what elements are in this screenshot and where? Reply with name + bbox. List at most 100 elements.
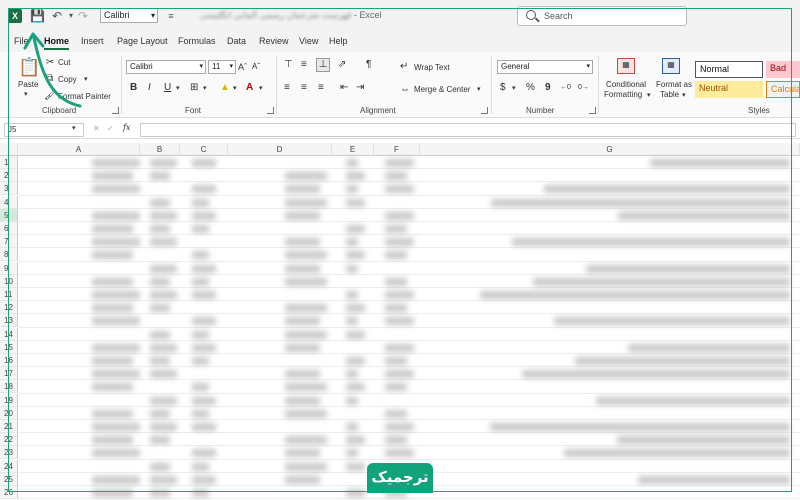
align-left-icon[interactable]: ≡ xyxy=(284,82,290,94)
column-header-a[interactable]: A xyxy=(18,143,140,156)
row-header[interactable]: 4 xyxy=(0,195,18,209)
align-bottom-icon[interactable]: ⊥ xyxy=(316,58,330,72)
alignment-launcher-icon[interactable] xyxy=(481,107,488,114)
row-header[interactable]: 11 xyxy=(0,288,18,301)
row-header[interactable]: 9 xyxy=(0,261,18,275)
row-header[interactable]: 13 xyxy=(0,314,18,328)
number-launcher-icon[interactable] xyxy=(589,107,596,114)
row-header[interactable]: 2 xyxy=(0,169,18,183)
conditional-formatting-icon[interactable]: ▦ xyxy=(617,58,635,74)
row-header[interactable]: 26 xyxy=(0,486,18,499)
number-format-select[interactable]: General ▾ xyxy=(497,60,593,74)
row-header[interactable]: 8 xyxy=(0,248,18,262)
copy-button[interactable]: Copy xyxy=(58,75,77,84)
row-header[interactable]: 5 xyxy=(0,208,18,222)
decrease-decimal-icon[interactable]: 0→ xyxy=(578,82,589,94)
bold-button[interactable]: B xyxy=(130,82,137,94)
format-as-table-icon[interactable]: ▦ xyxy=(662,58,680,74)
row-header[interactable]: 24 xyxy=(0,459,18,473)
copy-dropdown-icon[interactable]: ▾ xyxy=(84,75,88,83)
font-family-select[interactable]: Calibri ▾ xyxy=(126,60,206,74)
merge-center-icon[interactable]: ⇔ xyxy=(400,84,410,96)
style-bad[interactable]: Bad xyxy=(766,61,800,78)
column-header-e[interactable]: E xyxy=(332,143,374,156)
borders-icon[interactable]: ⊞ xyxy=(190,82,198,94)
confirm-entry-icon[interactable]: ✓ xyxy=(107,124,114,133)
select-all-corner[interactable] xyxy=(0,143,18,156)
currency-dropdown-icon[interactable]: ▾ xyxy=(512,83,516,95)
cancel-entry-icon[interactable]: ✕ xyxy=(93,124,100,133)
cut-icon[interactable]: ✂ xyxy=(46,57,54,69)
decrease-indent-icon[interactable]: ⇤ xyxy=(340,82,348,94)
underline-button[interactable]: U xyxy=(164,82,171,94)
row-header[interactable]: 12 xyxy=(0,301,18,315)
align-top-icon[interactable]: ⊤ xyxy=(284,59,293,71)
spreadsheet-grid[interactable]: A B C D E F G 1 2 3 4 5 6 7 8 9 10 11 12 13 14 15 16 17 1… xyxy=(0,143,800,500)
fill-color-icon[interactable]: ▲ xyxy=(220,82,230,94)
conditional-dropdown-icon[interactable]: ▾ xyxy=(647,91,651,99)
underline-dropdown-icon[interactable]: ▾ xyxy=(176,83,180,95)
tab-file[interactable]: File xyxy=(14,36,29,46)
merge-dropdown-icon[interactable]: ▾ xyxy=(477,85,481,93)
wrap-text-icon[interactable]: ↵ xyxy=(400,61,408,73)
tab-help[interactable]: Help xyxy=(329,36,348,46)
column-header-f[interactable]: F xyxy=(374,143,420,156)
tab-home[interactable]: Home xyxy=(44,36,70,50)
row-header[interactable]: 10 xyxy=(0,274,18,288)
align-middle-icon[interactable]: ≡ xyxy=(301,59,307,71)
tab-formulas[interactable]: Formulas xyxy=(178,36,216,46)
column-header-c[interactable]: C xyxy=(180,143,228,156)
style-normal[interactable]: Normal xyxy=(695,61,763,78)
tab-insert[interactable]: Insert xyxy=(81,36,104,46)
tab-review[interactable]: Review xyxy=(259,36,289,46)
column-header-d[interactable]: D xyxy=(228,143,332,156)
row-header[interactable]: 22 xyxy=(0,433,18,447)
format-painter-icon[interactable]: 🖌 xyxy=(44,90,57,102)
merge-center-button[interactable]: Merge & Center xyxy=(414,85,470,94)
font-color-icon[interactable]: A xyxy=(246,82,253,94)
percent-button[interactable]: % xyxy=(526,82,535,94)
formula-input[interactable] xyxy=(140,123,796,137)
save-icon[interactable]: 💾 xyxy=(30,9,45,23)
undo-icon[interactable]: ↶ xyxy=(50,9,64,23)
format-table-dropdown-icon[interactable]: ▾ xyxy=(682,91,686,99)
font-color-dropdown-icon[interactable]: ▾ xyxy=(259,83,263,95)
decrease-font-icon[interactable]: Aˇ xyxy=(252,61,260,73)
paste-dropdown-icon[interactable]: ▾ xyxy=(24,90,28,98)
format-painter-button[interactable]: Format Painter xyxy=(58,92,111,101)
row-header[interactable]: 23 xyxy=(0,446,18,460)
tab-view[interactable]: View xyxy=(299,36,318,46)
currency-button[interactable]: $ xyxy=(500,82,506,94)
copy-icon[interactable]: ⧉ xyxy=(46,73,53,85)
row-header[interactable]: 3 xyxy=(0,182,18,196)
row-header[interactable]: 14 xyxy=(0,327,18,341)
increase-decimal-icon[interactable]: ←0 xyxy=(560,82,571,94)
row-header[interactable]: 7 xyxy=(0,235,18,249)
row-header[interactable]: 17 xyxy=(0,367,18,381)
row-header[interactable]: 21 xyxy=(0,420,18,433)
font-launcher-icon[interactable] xyxy=(267,107,274,114)
comma-style-button[interactable]: 9 xyxy=(545,82,551,94)
align-center-icon[interactable]: ≡ xyxy=(301,82,307,94)
conditional-formatting-button[interactable]: Conditional xyxy=(606,80,646,89)
increase-indent-icon[interactable]: ⇥ xyxy=(356,82,364,94)
wrap-text-button[interactable]: Wrap Text xyxy=(414,63,450,72)
paste-button[interactable]: Paste xyxy=(18,80,38,89)
row-header[interactable]: 19 xyxy=(0,393,18,407)
customize-toolbar-icon[interactable]: ≡ xyxy=(164,9,178,23)
borders-dropdown-icon[interactable]: ▾ xyxy=(203,83,207,95)
row-header[interactable]: 6 xyxy=(0,222,18,235)
name-box-dropdown-icon[interactable]: ▾ xyxy=(72,124,76,132)
row-header[interactable]: 18 xyxy=(0,380,18,394)
row-header[interactable]: 1 xyxy=(0,156,18,169)
increase-font-icon[interactable]: Aˆ xyxy=(238,61,247,73)
insert-function-button[interactable]: fx xyxy=(123,123,130,132)
column-header-b[interactable]: B xyxy=(140,143,180,156)
format-as-table-button[interactable]: Format as xyxy=(656,80,692,89)
font-size-select[interactable]: 11 ▾ xyxy=(208,60,236,74)
row-header[interactable]: 16 xyxy=(0,354,18,367)
search-box[interactable]: Search xyxy=(517,6,687,26)
align-right-icon[interactable]: ≡ xyxy=(318,82,324,94)
fill-color-dropdown-icon[interactable]: ▾ xyxy=(233,83,237,95)
row-header[interactable]: 25 xyxy=(0,472,18,486)
